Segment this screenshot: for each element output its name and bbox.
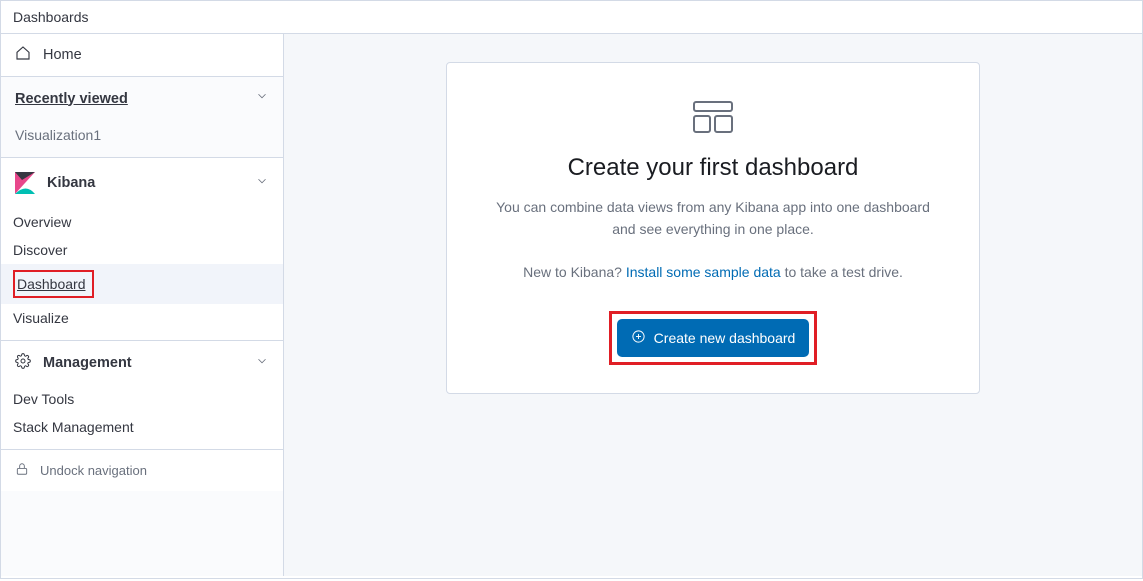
create-new-dashboard-button[interactable]: Create new dashboard (617, 319, 810, 357)
gear-icon (15, 353, 31, 373)
kibana-title: Kibana (47, 175, 95, 191)
install-sample-data-link[interactable]: Install some sample data (626, 264, 781, 280)
management-section: Management Dev Tools Stack Management (1, 341, 283, 450)
sample-data-prompt: New to Kibana? Install some sample data … (523, 261, 903, 283)
sidebar-item-label: Dashboard (17, 276, 86, 292)
undock-label: Undock navigation (40, 463, 147, 478)
management-header[interactable]: Management (1, 341, 283, 385)
chevron-down-icon (255, 89, 269, 108)
recently-viewed-section: Recently viewed Visualization1 (1, 77, 283, 158)
chevron-down-icon (255, 354, 269, 373)
chevron-down-icon (255, 174, 269, 193)
callout-highlight: Create new dashboard (609, 311, 818, 365)
breadcrumb[interactable]: Dashboards (13, 9, 89, 25)
layout: Home Recently viewed Visualization1 (1, 34, 1142, 576)
main-content: Create your first dashboard You can comb… (284, 34, 1142, 576)
management-title: Management (43, 355, 132, 371)
sidebar-item-visualize[interactable]: Visualize (1, 304, 283, 340)
empty-state-card: Create your first dashboard You can comb… (446, 62, 980, 394)
callout-highlight: Dashboard (13, 270, 94, 298)
sidebar-item-dashboard[interactable]: Dashboard (1, 264, 283, 304)
sidebar-item-dev-tools[interactable]: Dev Tools (1, 385, 283, 413)
recently-viewed-header[interactable]: Recently viewed (1, 77, 283, 120)
sidebar-item-discover[interactable]: Discover (1, 236, 283, 264)
breadcrumb-bar: Dashboards (1, 1, 1142, 34)
recently-viewed-title: Recently viewed (15, 91, 128, 107)
cta-label: Create new dashboard (654, 330, 796, 346)
empty-state-description: You can combine data views from any Kiba… (496, 196, 930, 241)
plus-circle-icon (631, 329, 646, 347)
sidebar: Home Recently viewed Visualization1 (1, 34, 284, 576)
app-frame: Dashboards Home Recently viewed V (0, 0, 1143, 579)
dashboard-icon (693, 101, 733, 138)
sidebar-item-overview[interactable]: Overview (1, 208, 283, 236)
undock-navigation[interactable]: Undock navigation (1, 450, 283, 491)
home-label: Home (43, 47, 82, 63)
kibana-section: Kibana Overview Discover Dashboard Visua… (1, 158, 283, 341)
recently-viewed-item[interactable]: Visualization1 (1, 120, 283, 157)
sidebar-item-stack-management[interactable]: Stack Management (1, 413, 283, 449)
home-nav[interactable]: Home (1, 34, 283, 77)
kibana-header[interactable]: Kibana (1, 158, 283, 208)
empty-state-heading: Create your first dashboard (568, 154, 859, 182)
home-icon (15, 45, 31, 65)
kibana-logo-icon (15, 172, 35, 194)
lock-icon (15, 462, 29, 479)
